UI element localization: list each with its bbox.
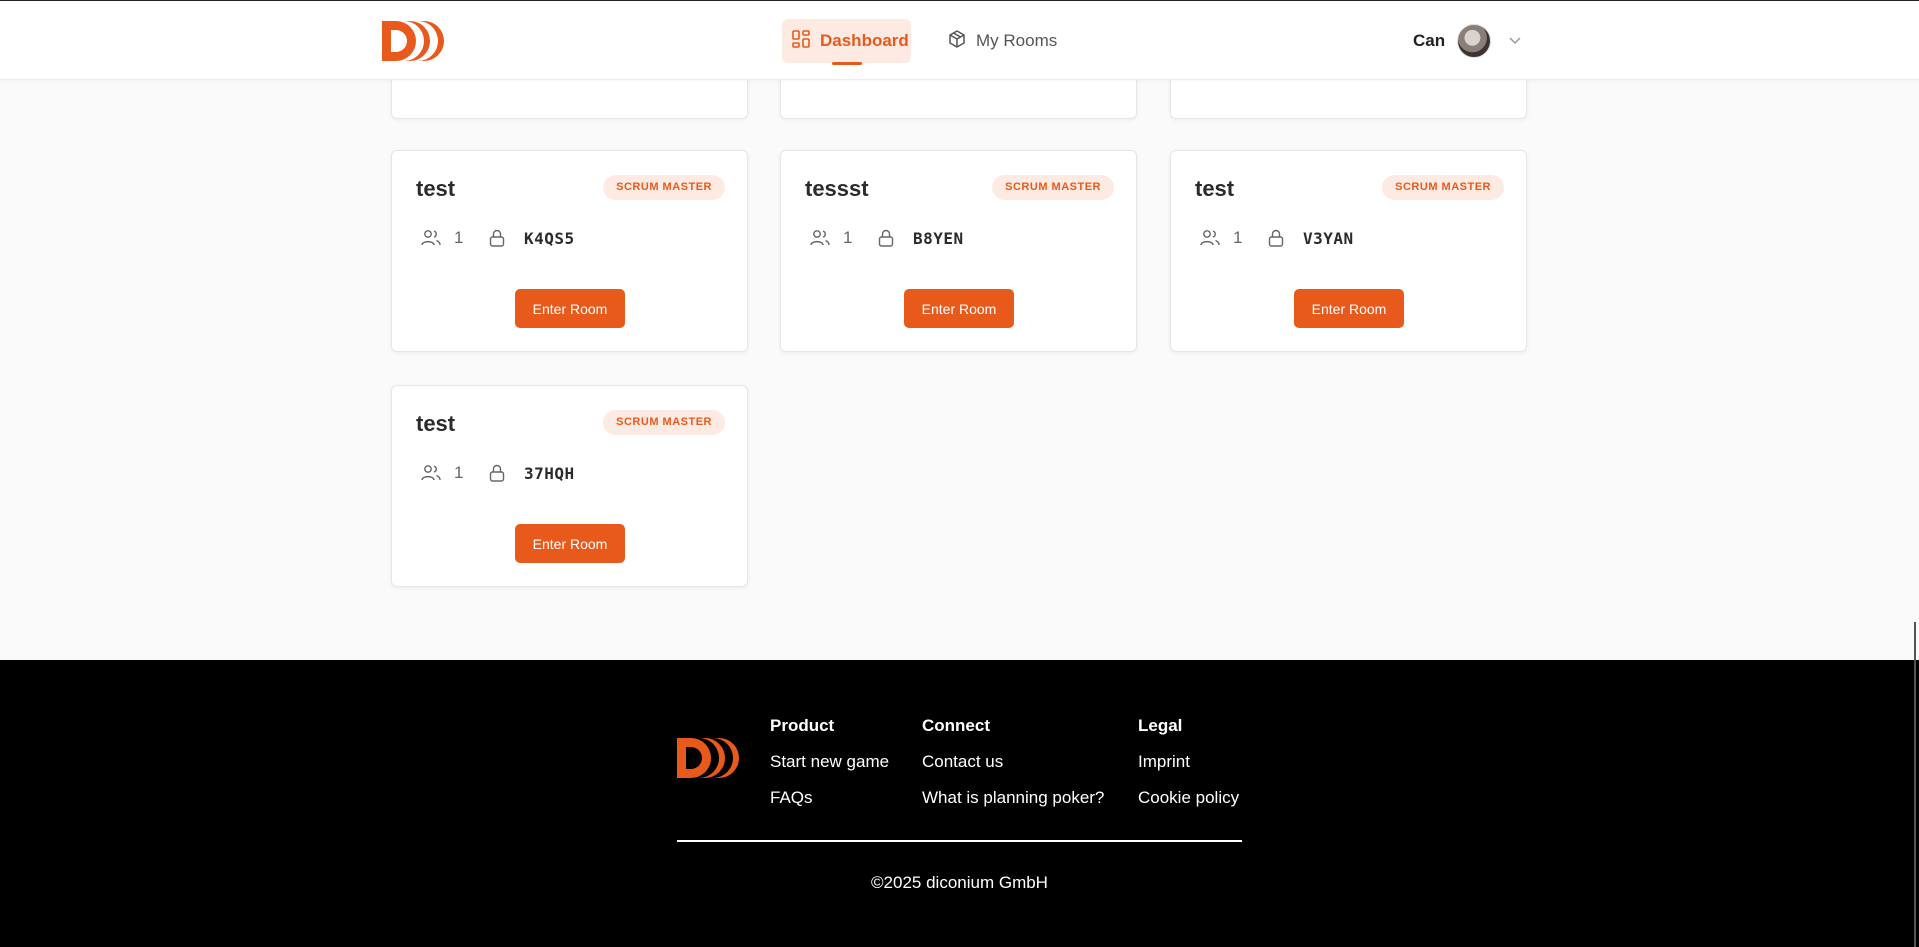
active-indicator — [832, 62, 862, 65]
member-count: 1 — [454, 463, 464, 482]
room-code: K4QS5 — [524, 228, 575, 248]
nav-my-rooms-label: My Rooms — [976, 31, 1058, 50]
cube-icon — [948, 29, 966, 53]
footer-link-imprint[interactable]: Imprint — [1138, 752, 1239, 772]
enter-room-button[interactable]: Enter Room — [515, 289, 625, 328]
footer-link-contact-us[interactable]: Contact us — [922, 752, 1104, 772]
role-badge: SCRUM MASTER — [992, 175, 1114, 200]
role-badge: SCRUM MASTER — [603, 175, 725, 200]
nav-my-rooms[interactable]: My Rooms — [938, 19, 1098, 63]
room-card: test SCRUM MASTER 1 37HQH Enter Room — [391, 385, 748, 587]
enter-room-button[interactable]: Enter Room — [1294, 289, 1404, 328]
enter-room-button[interactable]: Enter Room — [515, 524, 625, 563]
footer-legal-column: Legal Imprint Cookie policy — [1138, 716, 1239, 824]
lock-icon — [484, 460, 510, 486]
chevron-down-icon[interactable] — [1509, 32, 1521, 50]
footer-product-column: Product Start new game FAQs — [770, 716, 889, 824]
lock-icon — [873, 225, 899, 251]
scrollbar[interactable] — [1914, 622, 1916, 947]
footer-link-faqs[interactable]: FAQs — [770, 788, 889, 808]
top-header: Dashboard My Rooms Can — [0, 1, 1919, 80]
footer-link-cookie-policy[interactable]: Cookie policy — [1138, 788, 1239, 808]
window-top-border — [0, 0, 1919, 1]
room-card: tessst SCRUM MASTER 1 B8YEN Enter Room — [780, 150, 1137, 352]
footer-link-planning-poker[interactable]: What is planning poker? — [922, 788, 1104, 808]
diconium-logo[interactable] — [382, 21, 444, 61]
avatar[interactable] — [1457, 24, 1492, 58]
room-code: V3YAN — [1303, 228, 1354, 248]
lock-icon — [1263, 225, 1289, 251]
users-icon — [418, 460, 444, 486]
room-meta: 1 V3YAN — [1197, 225, 1354, 251]
footer-heading: Connect — [922, 716, 990, 735]
enter-room-button[interactable]: Enter Room — [904, 289, 1014, 328]
users-icon — [1197, 225, 1223, 251]
nav-dashboard[interactable]: Dashboard — [782, 19, 911, 65]
footer-divider — [677, 840, 1242, 842]
users-icon — [807, 225, 833, 251]
member-count: 1 — [1233, 228, 1243, 247]
lock-icon — [484, 225, 510, 251]
users-icon — [418, 225, 444, 251]
member-count: 1 — [843, 228, 853, 247]
room-card: test SCRUM MASTER 1 V3YAN Enter Room — [1170, 150, 1527, 352]
footer-heading: Product — [770, 716, 835, 735]
footer-heading: Legal — [1138, 716, 1183, 735]
nav-dashboard-label: Dashboard — [820, 31, 909, 50]
room-code: 37HQH — [524, 463, 575, 483]
member-count: 1 — [454, 228, 464, 247]
dashboard-grid-icon — [792, 29, 810, 53]
role-badge: SCRUM MASTER — [1382, 175, 1504, 200]
role-badge: SCRUM MASTER — [603, 410, 725, 435]
copyright: ©2025 diconium GmbH — [871, 873, 1048, 892]
room-card: test SCRUM MASTER 1 K4QS5 Enter Room — [391, 150, 748, 352]
room-name: tessst — [805, 176, 869, 201]
room-meta: 1 37HQH — [418, 460, 575, 486]
room-meta: 1 B8YEN — [807, 225, 964, 251]
room-code: B8YEN — [913, 228, 964, 248]
room-meta: 1 K4QS5 — [418, 225, 575, 251]
diconium-logo[interactable] — [677, 738, 739, 778]
footer-link-start-new-game[interactable]: Start new game — [770, 752, 889, 772]
footer-connect-column: Connect Contact us What is planning poke… — [922, 716, 1104, 824]
footer: Product Start new game FAQs Connect Cont… — [0, 660, 1919, 947]
user-name: Can — [1413, 31, 1446, 50]
room-name: test — [416, 176, 456, 201]
room-name: test — [1195, 176, 1235, 201]
user-menu[interactable]: Can — [1413, 23, 1521, 59]
room-name: test — [416, 411, 456, 436]
